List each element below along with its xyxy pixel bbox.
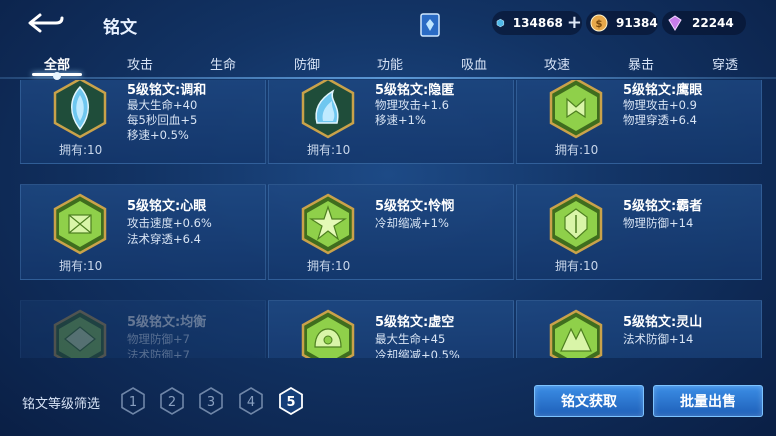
inscription-attr: 物理防御+14 (623, 216, 694, 230)
green-inscription-gem-icon (549, 309, 603, 358)
level-filter-2-label: 2 (168, 395, 176, 410)
inscription-attr: 法术防御+7 (127, 348, 190, 358)
inscription-attr: 移速+0.5% (127, 128, 189, 142)
inscription-name: 5级铭文:虚空 (375, 315, 455, 330)
bulk-sell-button[interactable]: 批量出售 (653, 385, 763, 417)
inscription-card[interactable]: 5级铭文:虚空 最大生命+45 冷却缩减+0.5% (268, 300, 514, 358)
inscription-attr: 冷却缩减+0.5% (375, 348, 460, 358)
inscription-name: 5级铭文:鹰眼 (623, 83, 703, 98)
inscription-name: 5级铭文:心眼 (127, 199, 207, 214)
level-filter-1[interactable]: 1 (120, 387, 146, 415)
tab-attack-speed[interactable]: 攻速 (544, 54, 570, 73)
inscription-card[interactable]: 5级铭文:怜悯 冷却缩减+1% 拥有:10 (268, 184, 514, 280)
green-inscription-gem-icon (53, 193, 107, 255)
inscription-card[interactable]: 5级铭文:鹰眼 物理攻击+0.9 物理穿透+6.4 拥有:10 (516, 80, 762, 164)
tab-function[interactable]: 功能 (377, 54, 403, 73)
inscription-attr: 物理攻击+0.9 (623, 98, 697, 112)
inscription-card[interactable]: 5级铭文:霸者 物理防御+14 拥有:10 (516, 184, 762, 280)
inscription-attr: 攻击速度+0.6% (127, 216, 212, 230)
inscription-attr: 物理防御+7 (127, 332, 190, 346)
inscription-attr: 最大生命+40 (127, 98, 198, 112)
inscription-name: 5级铭文:霸者 (623, 199, 703, 214)
owned-count: 拥有:10 (59, 259, 103, 273)
tab-defense[interactable]: 防御 (294, 54, 320, 73)
inscription-attr: 最大生命+45 (375, 332, 446, 346)
crystal-amount: 22244 (692, 16, 734, 30)
tab-critical[interactable]: 暴击 (628, 54, 654, 73)
green-inscription-gem-icon (301, 309, 355, 358)
inscription-card[interactable]: 5级铭文:均衡 物理防御+7 法术防御+7 (20, 300, 266, 358)
active-tab-dot (53, 72, 61, 80)
category-tabs: 全部 攻击 生命 防御 功能 吸血 攻速 暴击 穿透 (0, 49, 776, 80)
add-diamond-icon[interactable]: + (567, 14, 582, 32)
owned-count: 拥有:10 (307, 143, 351, 157)
inscription-attr: 冷却缩减+1% (375, 216, 449, 230)
blue-inscription-gem-icon (53, 80, 107, 139)
inscription-attr: 法术穿透+6.4 (127, 232, 201, 246)
owned-count: 拥有:10 (555, 143, 599, 157)
blue-inscription-gem-icon (301, 80, 355, 139)
green-inscription-gem-icon (549, 80, 603, 139)
inscription-attr: 移速+1% (375, 113, 426, 127)
inscription-name: 5级铭文:灵山 (623, 315, 703, 330)
purple-crystal-icon (668, 15, 682, 31)
level-filter-2[interactable]: 2 (159, 387, 185, 415)
inscription-grid: 5级铭文:调和 最大生命+40 每5秒回血+5 移速+0.5% 拥有:10 5级… (0, 80, 776, 358)
level-filter-4[interactable]: 4 (238, 387, 264, 415)
header-bar: 铭文 134868 + $ 91384 22244 (0, 0, 776, 48)
tab-lifesteal[interactable]: 吸血 (461, 54, 487, 73)
back-arrow-icon[interactable] (26, 10, 66, 36)
inscription-name: 5级铭文:隐匿 (375, 83, 455, 98)
green-inscription-gem-icon (53, 309, 107, 358)
diamond-amount: 134868 (512, 16, 563, 30)
currency-crystal: 22244 (662, 11, 746, 35)
tab-penetration[interactable]: 穿透 (712, 54, 738, 73)
level-filter-5-label: 5 (286, 395, 295, 410)
level-filter-4-label: 4 (247, 395, 255, 410)
inscription-book-icon[interactable] (419, 12, 441, 38)
green-inscription-gem-icon (301, 193, 355, 255)
level-filter-3[interactable]: 3 (198, 387, 224, 415)
tab-divider (0, 77, 776, 79)
level-filter-1-label: 1 (129, 395, 137, 410)
obtain-inscription-button[interactable]: 铭文获取 (534, 385, 644, 417)
inscription-card[interactable]: 5级铭文:调和 最大生命+40 每5秒回血+5 移速+0.5% 拥有:10 (20, 80, 266, 164)
inscription-card[interactable]: 5级铭文:隐匿 物理攻击+1.6 移速+1% 拥有:10 (268, 80, 514, 164)
currency-gold: $ 91384 (586, 11, 658, 35)
currency-diamond[interactable]: 134868 + (492, 11, 582, 35)
inscription-card[interactable]: 5级铭文:心眼 攻击速度+0.6% 法术穿透+6.4 拥有:10 (20, 184, 266, 280)
green-inscription-gem-icon (549, 193, 603, 255)
inscription-name: 5级铭文:调和 (127, 83, 207, 98)
level-filter-label: 铭文等级筛选 (22, 397, 101, 412)
inscription-name: 5级铭文:怜悯 (375, 199, 455, 214)
page-title: 铭文 (103, 18, 137, 38)
owned-count: 拥有:10 (307, 259, 351, 273)
diamond-gem-icon (496, 18, 505, 28)
owned-count: 拥有:10 (59, 143, 103, 157)
level-filter-5-selected[interactable]: 5 (278, 387, 304, 415)
inscription-attr: 物理攻击+1.6 (375, 98, 449, 112)
gold-amount: 91384 (616, 16, 658, 30)
level-filter-3-label: 3 (207, 395, 215, 410)
gold-coin-icon: $ (590, 14, 608, 32)
owned-count: 拥有:10 (555, 259, 599, 273)
svg-text:$: $ (596, 19, 603, 30)
tab-health[interactable]: 生命 (210, 54, 236, 73)
inscription-name: 5级铭文:均衡 (127, 315, 207, 330)
inscription-card[interactable]: 5级铭文:灵山 法术防御+14 (516, 300, 762, 358)
inscription-attr: 物理穿透+6.4 (623, 113, 697, 127)
tab-attack[interactable]: 攻击 (127, 54, 153, 73)
tab-all[interactable]: 全部 (44, 54, 70, 73)
inscription-attr: 每5秒回血+5 (127, 113, 198, 127)
inscription-attr: 法术防御+14 (623, 332, 694, 346)
